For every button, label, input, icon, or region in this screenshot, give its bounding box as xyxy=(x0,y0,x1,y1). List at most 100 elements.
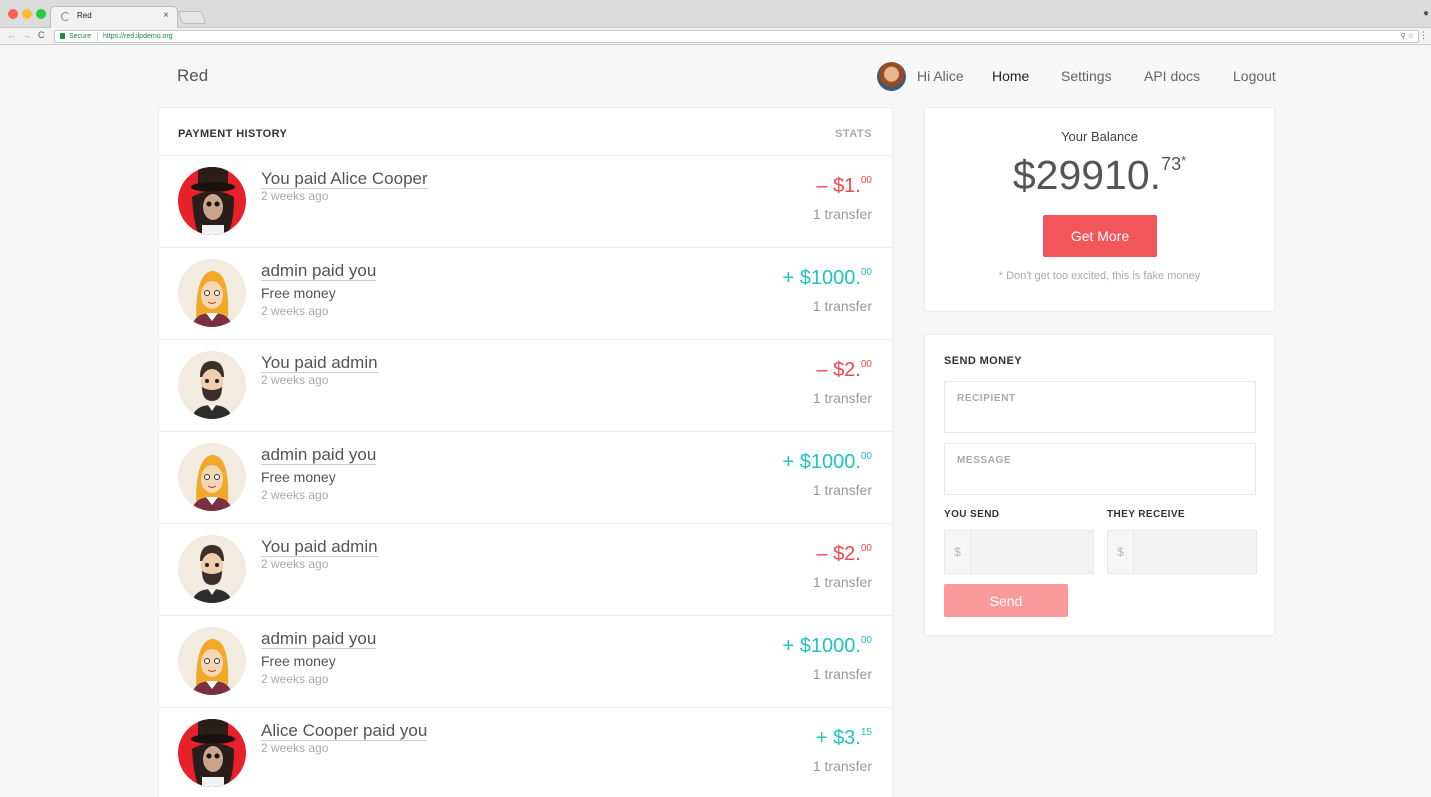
amount-sign: + xyxy=(782,267,800,289)
maximize-window-button[interactable] xyxy=(36,9,46,19)
amount-cents: 00 xyxy=(860,175,872,186)
get-more-button[interactable]: Get More xyxy=(1043,215,1157,257)
menu-icon[interactable]: ⋮ xyxy=(1419,30,1428,41)
message-input[interactable] xyxy=(957,472,1245,488)
payment-history-title: PAYMENT HISTORY xyxy=(178,128,288,140)
currency-prefix: $ xyxy=(1108,531,1134,573)
browser-tab[interactable]: Red × xyxy=(50,6,178,28)
list-item[interactable]: admin paid you Free money 2 weeks ago + $10… xyxy=(159,616,892,708)
amount-dollars: $1000. xyxy=(799,635,861,657)
balance-card: Your Balance $29910.73* Get More * Don't… xyxy=(924,107,1275,312)
amount-cents: 00 xyxy=(860,359,872,370)
transfer-count[interactable]: 1 transfer xyxy=(813,666,872,682)
nav-settings[interactable]: Settings xyxy=(1061,68,1112,84)
amount-sign: – xyxy=(816,543,834,565)
payment-message: Free money xyxy=(261,653,336,669)
payment-message: Free money xyxy=(261,469,336,485)
list-item[interactable]: admin paid you Free money 2 weeks ago + $10… xyxy=(159,432,892,524)
transfer-count[interactable]: 1 transfer xyxy=(813,206,872,222)
they-receive-input[interactable] xyxy=(1138,543,1248,561)
avatar xyxy=(178,167,246,235)
recipient-label: RECIPIENT xyxy=(957,393,1016,404)
payment-amount: – $2.00 xyxy=(816,359,872,382)
you-send-field[interactable]: $ xyxy=(944,530,1094,574)
avatar xyxy=(178,719,246,787)
amount-dollars: $3. xyxy=(833,727,861,749)
payment-title[interactable]: admin paid you xyxy=(261,445,377,465)
payment-time: 2 weeks ago xyxy=(261,189,329,203)
reload-icon[interactable]: C xyxy=(38,30,45,40)
message-field[interactable]: MESSAGE xyxy=(944,443,1256,495)
payment-title[interactable]: You paid admin xyxy=(261,537,378,557)
nav-api-docs[interactable]: API docs xyxy=(1144,68,1200,84)
send-money-title: SEND MONEY xyxy=(944,355,1022,367)
transfer-count[interactable]: 1 transfer xyxy=(813,574,872,590)
address-bar[interactable]: Secure https://red.ilpdemo.org ⚲ ☆ xyxy=(54,30,1419,43)
transfer-count[interactable]: 1 transfer xyxy=(813,482,872,498)
close-window-button[interactable] xyxy=(8,9,18,19)
new-tab-button[interactable] xyxy=(177,11,207,24)
payment-message: Free money xyxy=(261,285,336,301)
transfer-count[interactable]: 1 transfer xyxy=(813,390,872,406)
url-text[interactable]: https://red.ilpdemo.org xyxy=(103,31,173,42)
payment-title[interactable]: Alice Cooper paid you xyxy=(261,721,428,741)
minimize-window-button[interactable] xyxy=(22,9,32,19)
list-item[interactable]: admin paid you Free money 2 weeks ago + $10… xyxy=(159,248,892,340)
nav-home[interactable]: Home xyxy=(992,68,1029,84)
transfer-count[interactable]: 1 transfer xyxy=(813,758,872,774)
tab-title: Red xyxy=(77,11,92,20)
back-icon[interactable]: ← xyxy=(7,30,16,40)
list-item[interactable]: You paid admin 2 weeks ago – $2.00 1 transf… xyxy=(159,524,892,616)
list-item[interactable]: You paid Alice Cooper 2 weeks ago – $1.00 1… xyxy=(159,156,892,248)
bookmark-icon[interactable]: ⚲ ☆ xyxy=(1401,31,1414,42)
browser-toolbar: ← → C Secure https://red.ilpdemo.org ⚲ ☆… xyxy=(0,28,1431,45)
payment-amount: + $3.15 xyxy=(816,727,872,750)
recipient-input[interactable] xyxy=(957,410,1245,426)
payment-time: 2 weeks ago xyxy=(261,373,329,387)
amount-cents: 00 xyxy=(860,451,872,462)
list-item[interactable]: Alice Cooper paid you 2 weeks ago + $3.15 1… xyxy=(159,708,892,797)
brand-logo[interactable]: Red xyxy=(177,66,208,86)
transfer-count[interactable]: 1 transfer xyxy=(813,298,872,314)
they-receive-label: THEY RECEIVE xyxy=(1107,509,1185,520)
fake-money-note: * Don't get too excited, this is fake mo… xyxy=(998,270,1201,282)
payment-time: 2 weeks ago xyxy=(261,557,329,571)
amount-sign: – xyxy=(816,175,834,197)
payment-history-header: PAYMENT HISTORY STATS xyxy=(159,108,892,156)
you-send-label: YOU SEND xyxy=(944,509,1000,520)
list-item[interactable]: You paid admin 2 weeks ago – $2.00 1 transf… xyxy=(159,340,892,432)
you-send-input[interactable] xyxy=(975,543,1085,561)
payment-time: 2 weeks ago xyxy=(261,672,329,686)
close-tab-icon[interactable]: × xyxy=(163,10,169,21)
avatar[interactable] xyxy=(877,62,906,91)
amount-dollars: $2. xyxy=(833,359,861,381)
forward-icon[interactable]: → xyxy=(22,30,31,40)
recipient-field[interactable]: RECIPIENT xyxy=(944,381,1256,433)
they-receive-field[interactable]: $ xyxy=(1107,530,1257,574)
balance-asterisk: * xyxy=(1181,153,1187,168)
payment-title[interactable]: admin paid you xyxy=(261,261,377,281)
nav-logout[interactable]: Logout xyxy=(1233,68,1276,84)
balance-cents: 73 xyxy=(1161,154,1182,174)
payment-title[interactable]: You paid admin xyxy=(261,353,378,373)
balance-label: Your Balance xyxy=(1061,129,1138,144)
browser-tab-strip: Red × ● xyxy=(0,0,1431,28)
amount-sign: + xyxy=(782,451,800,473)
secure-label: Secure xyxy=(69,33,92,40)
stats-link[interactable]: STATS xyxy=(835,128,872,140)
avatar xyxy=(178,259,246,327)
avatar xyxy=(178,351,246,419)
user-greeting: Hi Alice xyxy=(917,68,964,84)
payment-amount: + $1000.00 xyxy=(782,451,872,474)
message-label: MESSAGE xyxy=(957,455,1012,466)
payment-title[interactable]: You paid Alice Cooper xyxy=(261,169,428,189)
payment-title[interactable]: admin paid you xyxy=(261,629,377,649)
amount-sign: – xyxy=(816,359,834,381)
send-button[interactable]: Send xyxy=(944,584,1068,617)
amount-cents: 15 xyxy=(860,727,872,738)
amount-cents: 00 xyxy=(860,635,872,646)
amount-sign: + xyxy=(782,635,800,657)
amount-dollars: $1000. xyxy=(799,267,861,289)
profile-icon[interactable]: ● xyxy=(1423,8,1429,19)
amount-sign: + xyxy=(815,727,834,749)
